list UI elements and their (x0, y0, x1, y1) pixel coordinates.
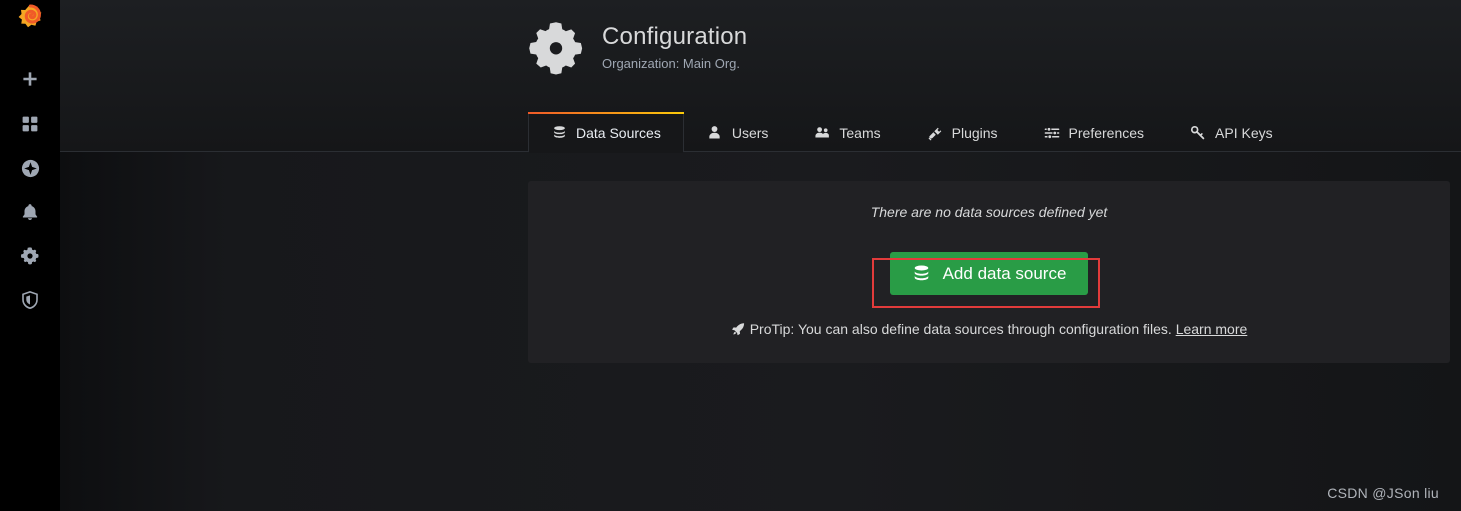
sidebar-item-explore[interactable] (0, 146, 60, 190)
tab-label: Preferences (1068, 124, 1145, 141)
tab-label: Data Sources (576, 124, 661, 141)
tab-label: Plugins (951, 124, 998, 141)
grafana-configuration-page: Configuration Organization: Main Org. Da… (0, 0, 1461, 511)
plug-icon (927, 125, 943, 141)
tab-preferences[interactable]: Preferences (1021, 112, 1167, 152)
tab-data-sources[interactable]: Data Sources (528, 112, 684, 153)
sliders-icon (1044, 125, 1060, 141)
add-data-source-button[interactable]: Add data source (889, 252, 1089, 295)
protip-text: ProTip: You can also define data sources… (749, 321, 1172, 337)
sidebar-item-alerting[interactable] (0, 190, 60, 234)
empty-state-message: There are no data sources defined yet (870, 204, 1108, 220)
tab-plugins[interactable]: Plugins (904, 112, 1021, 152)
tab-label: Teams (839, 124, 881, 141)
database-icon (551, 125, 567, 141)
users-icon (814, 125, 830, 141)
sidebar-item-server-admin[interactable] (0, 278, 60, 322)
page-body: Configuration Organization: Main Org. Da… (60, 0, 1461, 511)
sidebar-item-create[interactable] (0, 58, 60, 102)
sidebar-item-configuration[interactable] (0, 234, 60, 278)
rocket-icon (731, 322, 745, 336)
tab-label: Users (731, 124, 769, 141)
page-subtitle: Organization: Main Org. (602, 56, 741, 71)
protip-row: ProTip: You can also define data sources… (528, 321, 1450, 337)
learn-more-link[interactable]: Learn more (1176, 321, 1248, 337)
data-sources-panel: There are no data sources defined yet Ad… (528, 181, 1450, 363)
gear-icon (528, 19, 584, 75)
add-data-source-label: Add data source (942, 263, 1067, 283)
user-icon (707, 125, 723, 141)
sidebar-item-dashboards[interactable] (0, 102, 60, 146)
tab-bar: Data Sources Users Teams Plugins Prefere… (528, 112, 1296, 153)
tab-label: API Keys (1215, 124, 1273, 141)
sidebar (0, 0, 60, 511)
grafana-logo[interactable] (0, 0, 60, 38)
tab-users[interactable]: Users (684, 112, 792, 152)
tab-teams[interactable]: Teams (791, 112, 903, 152)
tab-api-keys[interactable]: API Keys (1167, 112, 1296, 152)
page-header: Configuration Organization: Main Org. Da… (60, 0, 1461, 153)
database-icon (912, 264, 931, 283)
page-title: Configuration (602, 23, 748, 50)
watermark: CSDN @JSon liu (1327, 485, 1439, 501)
key-icon (1190, 125, 1206, 141)
